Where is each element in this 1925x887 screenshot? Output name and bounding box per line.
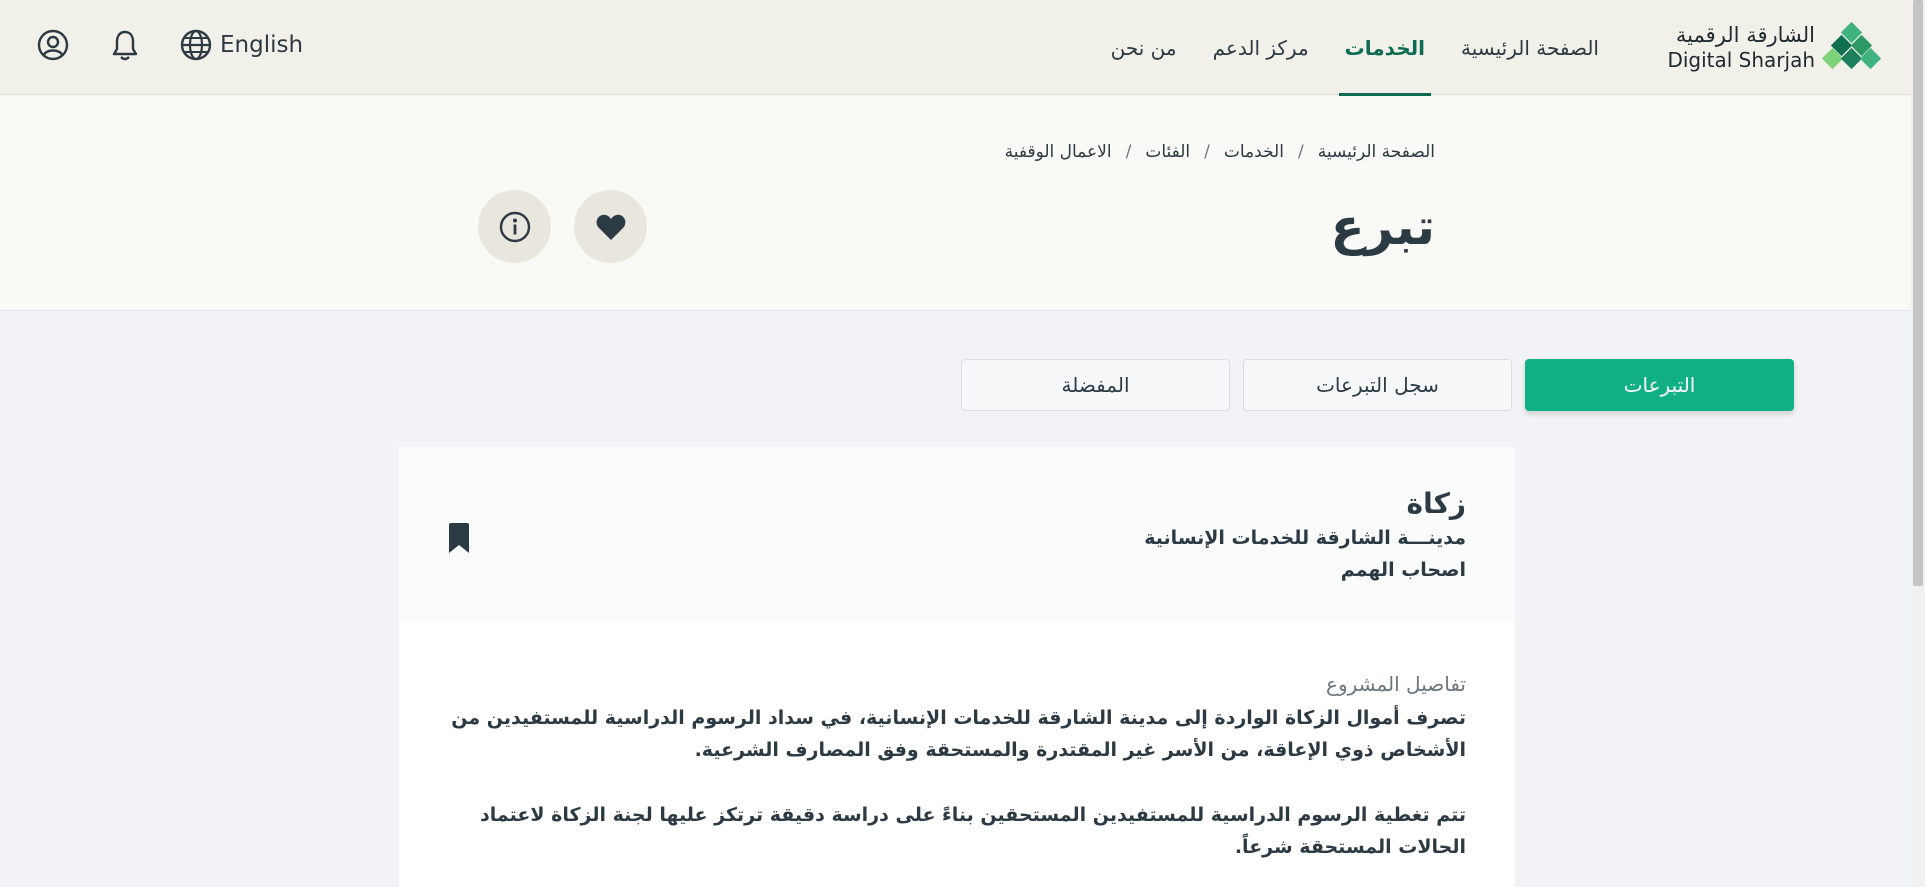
breadcrumb-separator: / [1125,142,1132,162]
breadcrumb-endowments[interactable]: الاعمال الوقفية [1005,142,1112,162]
logo-english-text: Digital Sharjah [1667,48,1815,72]
card-header: زكاة مدينـــة الشارقة للخدمات الإنسانية … [399,447,1515,622]
logo-mark-icon [1821,21,1882,72]
project-details-label: تفاصيل المشروع [1326,672,1466,696]
tab-donation-history[interactable]: سجل التبرعات [1243,359,1512,411]
tab-donations[interactable]: التبرعات [1525,359,1794,411]
breadcrumb-categories[interactable]: الفئات [1145,142,1190,162]
card-organization: مدينـــة الشارقة للخدمات الإنسانية [1144,527,1466,549]
page-title: تبرع [1330,198,1435,256]
nav-about-us[interactable]: من نحن [1105,0,1183,95]
notifications-button[interactable] [108,28,142,62]
nav-support-center[interactable]: مركز الدعم [1207,0,1315,95]
breadcrumb-separator: / [1204,142,1210,162]
donation-tabs: التبرعات سجل التبرعات المفضلة [961,359,1794,411]
breadcrumb-home[interactable]: الصفحة الرئيسية [1318,142,1435,162]
globe-icon [180,29,212,61]
favorite-button[interactable] [574,190,647,263]
breadcrumb-separator: / [1297,142,1304,162]
digital-sharjah-logo[interactable]: الشارقة الرقمية Digital Sharjah [1667,21,1882,72]
user-profile-button[interactable] [36,28,70,62]
breadcrumb: الصفحة الرئيسية / الخدمات / الفئات / الا… [1005,142,1435,162]
info-icon [499,211,530,242]
bell-icon [112,30,138,61]
page-header: الصفحة الرئيسية / الخدمات / الفئات / الا… [0,96,1925,311]
main-nav: الصفحة الرئيسية الخدمات مركز الدعم من نح… [1105,0,1605,96]
nav-services[interactable]: الخدمات [1338,0,1432,96]
project-details-text: تصرف أموال الزكاة الواردة إلى مدينة الشا… [436,702,1466,887]
logo-arabic-text: الشارقة الرقمية [1675,23,1815,47]
details-paragraph: تتم تغطية الرسوم الدراسية للمستفيدين الم… [480,804,1466,858]
info-button[interactable] [478,190,551,263]
donation-card: زكاة مدينـــة الشارقة للخدمات الإنسانية … [399,447,1515,887]
logo-text: الشارقة الرقمية Digital Sharjah [1667,22,1815,72]
scrollbar-thumb[interactable] [1913,0,1923,586]
language-label: English [220,32,304,58]
bookmark-icon[interactable] [447,523,471,553]
heart-icon [596,214,625,240]
page-scrollbar[interactable] [1911,0,1925,887]
details-paragraph: تصرف أموال الزكاة الواردة إلى مدينة الشا… [451,707,1466,761]
nav-home[interactable]: الصفحة الرئيسية [1455,0,1605,95]
tab-favorites[interactable]: المفضلة [961,359,1230,411]
header-tools: English [36,28,303,62]
breadcrumb-services[interactable]: الخدمات [1224,142,1284,162]
card-title: زكاة [1406,487,1466,520]
top-navigation-bar: الشارقة الرقمية Digital Sharjah الصفحة ا… [0,0,1925,96]
user-icon [37,29,69,61]
card-category: اصحاب الهمم [1340,559,1466,581]
language-switcher[interactable]: English [180,29,303,61]
